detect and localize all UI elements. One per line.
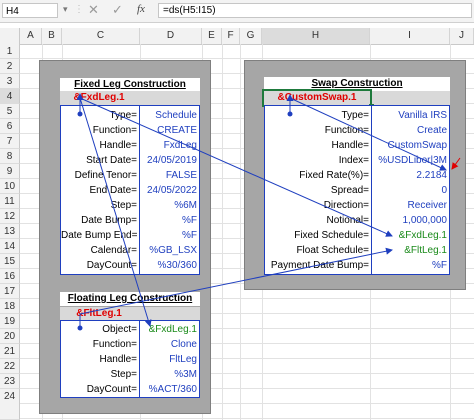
fixed-schedule-link-arrow [79,97,393,237]
spreadsheet-window: H4 ▾ ⋮ ✕ ✓ fx =ds(H5:I15) A B C D E F G … [0,0,474,420]
reference-arrows [76,93,461,331]
fixed-rate-red-arrow [451,157,461,170]
fixed-rate-link-arrow [289,97,447,171]
swap-trace-dot [287,111,293,117]
fixed-leg-trace-dot [77,111,83,117]
object-link-arrow [79,97,152,327]
float-schedule-link-arrow [79,247,393,315]
floating-leg-trace-dot [77,325,83,331]
